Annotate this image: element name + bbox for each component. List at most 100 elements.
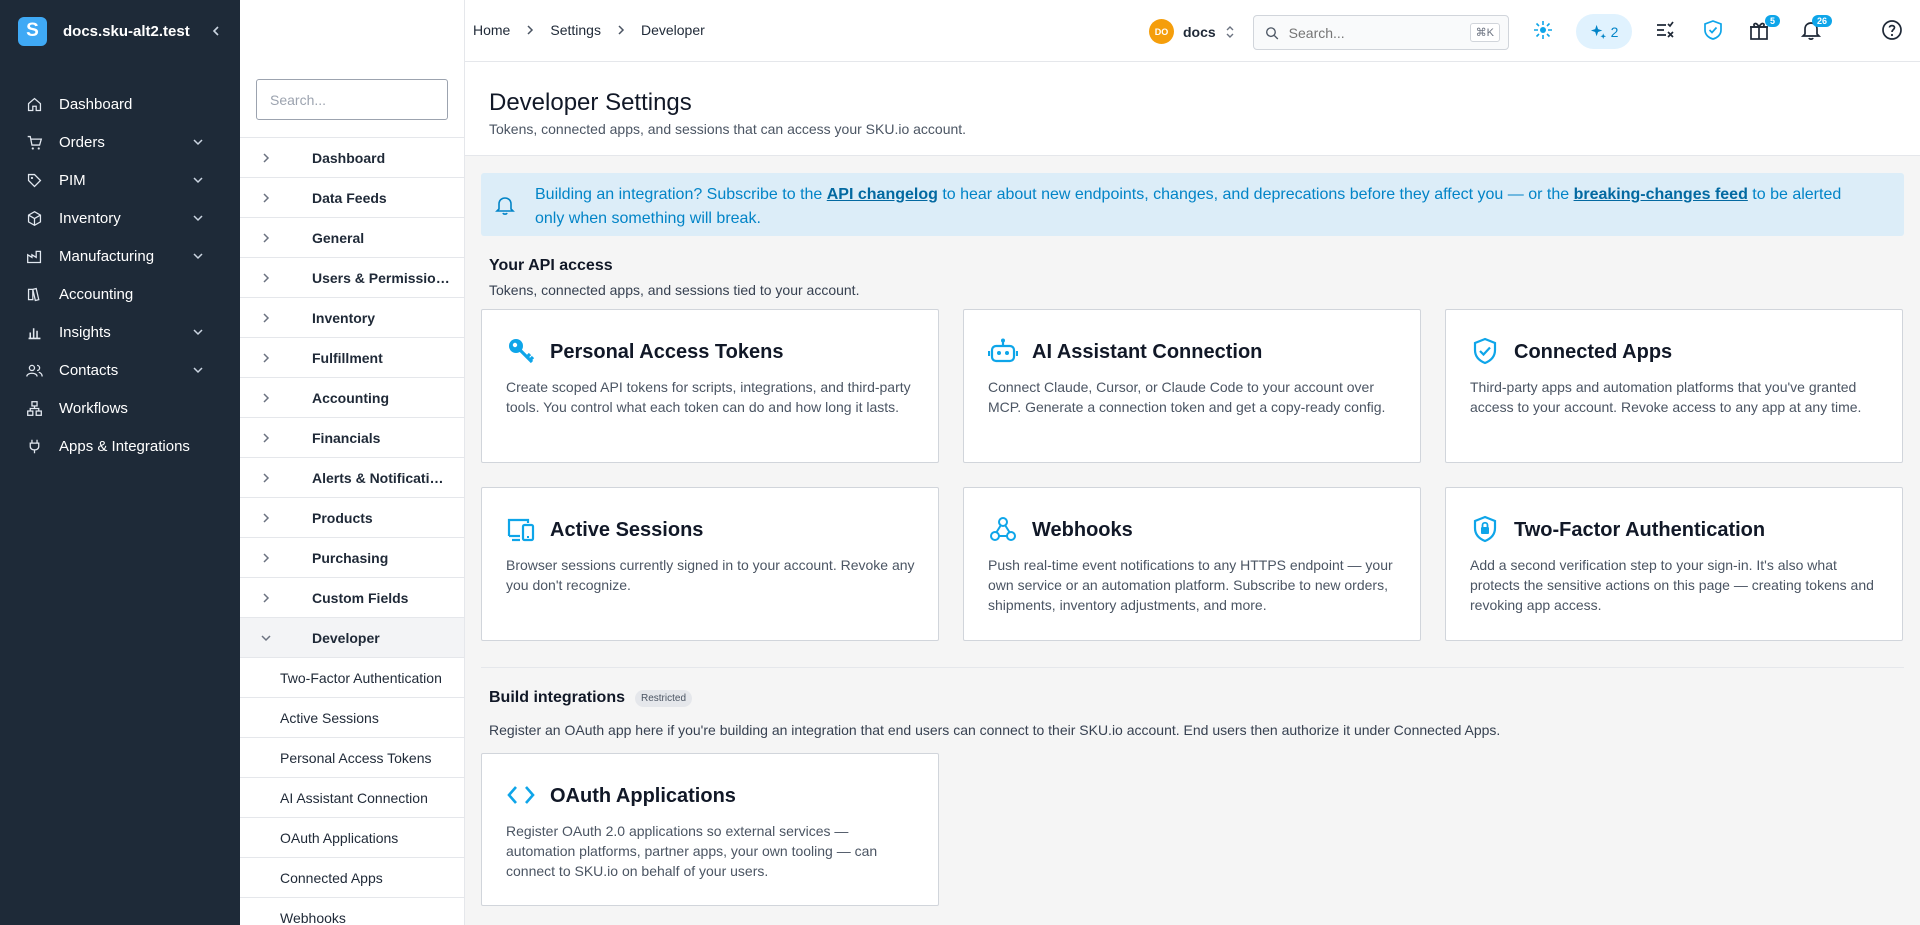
chevron-down-icon[interactable] (192, 174, 204, 186)
api-access-title: Your API access (489, 257, 613, 274)
chevron-down-icon[interactable] (192, 250, 204, 262)
factory-icon (27, 250, 42, 263)
settings-item-users-permissions[interactable]: Users & Permissions (240, 258, 464, 298)
settings-item-accounting[interactable]: Accounting (240, 378, 464, 418)
home-icon (27, 97, 42, 111)
shield-icon[interactable] (1702, 19, 1724, 41)
card-webhooks[interactable]: Webhooks Push real-time event notificati… (963, 487, 1421, 641)
nav-item-dashboard[interactable]: Dashboard (0, 85, 240, 123)
settings-subitem-label: Connected Apps (280, 869, 383, 886)
card-oauth-applications[interactable]: OAuth Applications Register OAuth 2.0 ap… (481, 753, 939, 906)
nav-item-workflows[interactable]: Workflows (0, 389, 240, 427)
settings-subitem-personal-access-tokens[interactable]: Personal Access Tokens (240, 738, 464, 778)
card-description: Register OAuth 2.0 applications so exter… (506, 823, 878, 879)
settings-item-label: Custom Fields (312, 589, 409, 606)
page-subtitle: Tokens, connected apps, and sessions tha… (489, 121, 967, 137)
help-icon[interactable] (1881, 19, 1903, 41)
global-search-input[interactable] (1288, 24, 1470, 41)
card-connected-apps[interactable]: Connected Apps Third-party apps and auto… (1445, 309, 1903, 463)
settings-item-custom-fields[interactable]: Custom Fields (240, 578, 464, 618)
card-title: OAuth Applications (550, 785, 736, 807)
settings-subitem-webhooks[interactable]: Webhooks (240, 898, 464, 925)
settings-list: Dashboard Data Feeds General Users & Per… (240, 137, 464, 925)
restricted-badge: Restricted (635, 689, 693, 707)
sparkle-cluster-icon[interactable] (1532, 19, 1554, 41)
search-shortcut: ⌘K (1469, 23, 1500, 42)
chevron-down-icon[interactable] (192, 212, 204, 224)
settings-item-label: General (312, 229, 365, 246)
api-changelog-link[interactable]: API changelog (827, 186, 938, 203)
notifications-button[interactable]: 26 (1800, 15, 1832, 41)
nav-item-label: Manufacturing (59, 247, 155, 265)
nav-item-orders[interactable]: Orders (0, 123, 240, 161)
ai-assistant-button[interactable]: 2 (1576, 14, 1632, 49)
chevron-down-icon[interactable] (192, 136, 204, 148)
checklist-icon[interactable] (1654, 19, 1676, 41)
settings-subitem-oauth-applications[interactable]: OAuth Applications (240, 818, 464, 858)
chevron-right-icon (263, 392, 270, 403)
breadcrumb-home[interactable]: Home (473, 22, 510, 38)
org-switcher[interactable]: DO docs (1149, 19, 1236, 44)
settings-item-developer[interactable]: Developer (240, 618, 464, 658)
settings-item-label: Developer (312, 629, 380, 646)
settings-item-general[interactable]: General (240, 218, 464, 258)
chevron-right-icon (263, 432, 270, 443)
card-two-factor-authentication[interactable]: Two-Factor Authentication Add a second v… (1445, 487, 1903, 641)
settings-item-products[interactable]: Products (240, 498, 464, 538)
nav-item-contacts[interactable]: Contacts (0, 351, 240, 389)
chevron-down-icon[interactable] (192, 326, 204, 338)
breaking-changes-link[interactable]: breaking-changes feed (1574, 186, 1748, 203)
info-banner: Building an integration? Subscribe to th… (481, 173, 1904, 236)
ai-sparkle-icon (1590, 24, 1606, 40)
org-avatar: DO (1149, 19, 1174, 44)
settings-item-financials[interactable]: Financials (240, 418, 464, 458)
settings-sidebar: Dashboard Data Feeds General Users & Per… (240, 0, 465, 925)
brand-logo[interactable]: S (18, 16, 47, 46)
gifts-button[interactable]: 5 (1748, 15, 1780, 41)
breadcrumb-settings[interactable]: Settings (550, 22, 601, 38)
notifications-badge: 26 (1811, 15, 1832, 27)
nav-item-label: Apps & Integrations (59, 437, 190, 455)
settings-subitem-label: AI Assistant Connection (280, 789, 428, 806)
settings-item-alerts-notifications[interactable]: Alerts & Notifications (240, 458, 464, 498)
card-title: Personal Access Tokens (550, 341, 784, 363)
brand-name[interactable]: docs.sku-alt2.test (63, 23, 210, 40)
settings-item-label: Purchasing (312, 549, 389, 566)
settings-subitem-label: OAuth Applications (280, 829, 399, 846)
nav-list: Dashboard Orders PIM Inventory Manufactu… (0, 85, 240, 465)
card-personal-access-tokens[interactable]: Personal Access Tokens Create scoped API… (481, 309, 939, 463)
nav-item-apps-integrations[interactable]: Apps & Integrations (0, 427, 240, 465)
card-active-sessions[interactable]: Active Sessions Browser sessions current… (481, 487, 939, 641)
nav-item-manufacturing[interactable]: Manufacturing (0, 237, 240, 275)
settings-subitem-active-sessions[interactable]: Active Sessions (240, 698, 464, 738)
settings-item-data-feeds[interactable]: Data Feeds (240, 178, 464, 218)
nav-item-accounting[interactable]: Accounting (0, 275, 240, 313)
settings-subitem-label: Personal Access Tokens (280, 749, 432, 766)
nav-item-inventory[interactable]: Inventory (0, 199, 240, 237)
build-integrations-subtitle: Register an OAuth app here if you're bui… (489, 722, 1501, 738)
settings-subitem-connected-apps[interactable]: Connected Apps (240, 858, 464, 898)
settings-subitem-two-factor[interactable]: Two-Factor Authentication (240, 658, 464, 698)
settings-subitem-ai-assistant[interactable]: AI Assistant Connection (240, 778, 464, 818)
chevron-right-icon (263, 472, 270, 483)
nav-item-label: Accounting (59, 285, 134, 303)
settings-subitem-label: Webhooks (280, 909, 346, 925)
settings-item-label: Accounting (312, 389, 389, 406)
settings-item-fulfillment[interactable]: Fulfillment (240, 338, 464, 378)
nav-item-insights[interactable]: Insights (0, 313, 240, 351)
settings-item-inventory[interactable]: Inventory (240, 298, 464, 338)
robot-icon (988, 338, 1018, 363)
settings-item-purchasing[interactable]: Purchasing (240, 538, 464, 578)
global-search[interactable]: ⌘K (1253, 15, 1509, 50)
settings-search-input[interactable] (256, 79, 448, 120)
chevron-down-icon (261, 634, 271, 641)
chevron-down-icon[interactable] (192, 364, 204, 376)
nav-item-label: Dashboard (59, 95, 133, 113)
banner-text-part: to hear about new endpoints, changes, an… (937, 186, 1574, 203)
collapse-sidebar-icon[interactable] (210, 25, 222, 37)
chevron-right-icon (263, 512, 270, 523)
settings-item-dashboard[interactable]: Dashboard (240, 138, 464, 178)
box-icon (27, 210, 42, 226)
card-ai-assistant-connection[interactable]: AI Assistant Connection Connect Claude, … (963, 309, 1421, 463)
nav-item-pim[interactable]: PIM (0, 161, 240, 199)
